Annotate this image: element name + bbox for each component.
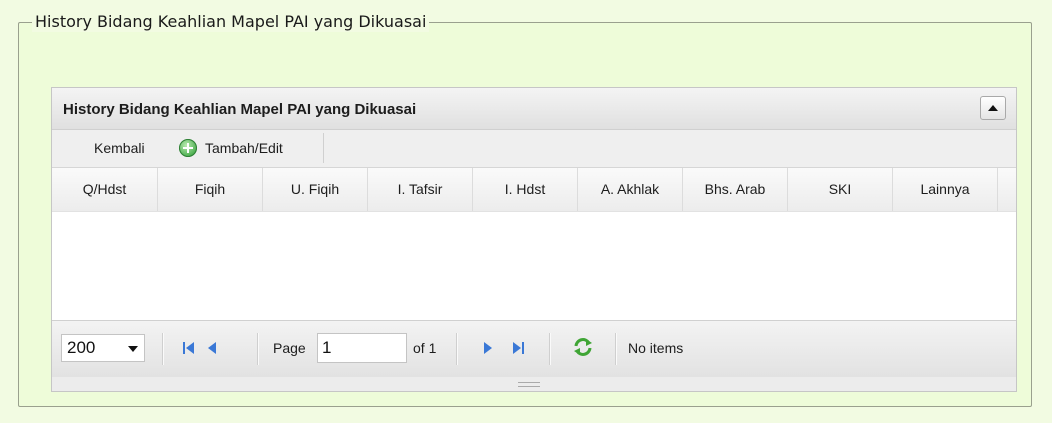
- pager-separator: [257, 333, 258, 365]
- column-header-ski[interactable]: SKI: [788, 168, 893, 211]
- history-grid: History Bidang Keahlian Mapel PAI yang D…: [51, 87, 1017, 392]
- page-size-select[interactable]: 200: [61, 334, 145, 362]
- column-header-row: Q/Hdst Fiqih U. Fiqih I. Tafsir I. Hdst …: [52, 168, 1016, 212]
- back-button[interactable]: Kembali: [94, 140, 145, 156]
- plus-circle-icon[interactable]: [179, 139, 197, 157]
- pager-bar: 200 Page of 1 No item: [52, 320, 1016, 377]
- grid-toolbar: Kembali Tambah/Edit: [52, 130, 1016, 168]
- page-label: Page: [273, 340, 306, 356]
- page-count-label: of 1: [413, 340, 437, 356]
- grid-title: History Bidang Keahlian Mapel PAI yang D…: [63, 101, 417, 118]
- next-page-icon[interactable]: [481, 341, 495, 355]
- page-size-value: 200: [67, 338, 96, 357]
- pager-separator: [162, 333, 163, 365]
- collapse-arrow-icon[interactable]: [980, 96, 1006, 120]
- prev-page-icon[interactable]: [205, 341, 219, 355]
- add-edit-button[interactable]: Tambah/Edit: [205, 140, 283, 156]
- grid-resize-handle[interactable]: [52, 377, 1016, 391]
- column-header-fiqih[interactable]: Fiqih: [158, 168, 263, 211]
- toolbar-separator: [323, 133, 324, 163]
- column-header-aakhlak[interactable]: A. Akhlak: [578, 168, 683, 211]
- refresh-icon[interactable]: [572, 336, 594, 358]
- grid-title-bar: History Bidang Keahlian Mapel PAI yang D…: [52, 88, 1016, 130]
- last-page-icon[interactable]: [511, 341, 525, 355]
- pager-separator: [615, 333, 616, 365]
- column-header-qhdst[interactable]: Q/Hdst: [52, 168, 158, 211]
- column-header-bhsarab[interactable]: Bhs. Arab: [683, 168, 788, 211]
- column-header-ihdst[interactable]: I. Hdst: [473, 168, 578, 211]
- page-number-input[interactable]: [317, 333, 407, 363]
- pager-separator: [456, 333, 457, 365]
- first-page-icon[interactable]: [182, 341, 196, 355]
- fieldset-legend: History Bidang Keahlian Mapel PAI yang D…: [32, 12, 430, 32]
- grid-body: [52, 212, 1016, 320]
- column-header-ufiqih[interactable]: U. Fiqih: [263, 168, 368, 211]
- chevron-down-icon: [128, 346, 138, 352]
- column-header-itafsir[interactable]: I. Tafsir: [368, 168, 473, 211]
- pager-status: No items: [628, 340, 684, 356]
- column-header-lainnya[interactable]: Lainnya: [893, 168, 998, 211]
- pager-separator: [549, 333, 550, 365]
